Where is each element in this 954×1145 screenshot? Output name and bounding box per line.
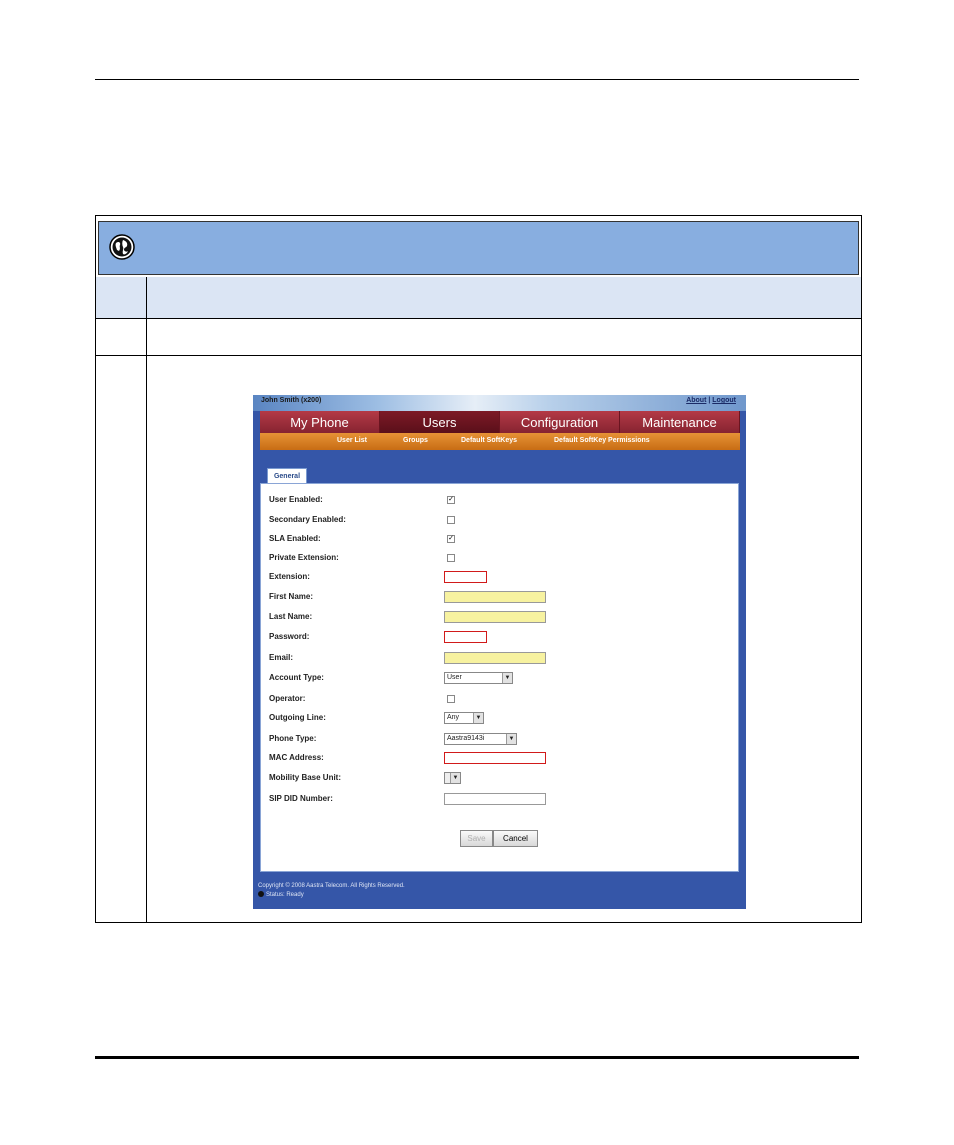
tab-my-phone[interactable]: My Phone (260, 411, 380, 433)
private-extension-checkbox[interactable] (447, 554, 455, 562)
sip-did-number-input[interactable] (444, 793, 546, 805)
chevron-down-icon: ▼ (450, 773, 460, 783)
sla-enabled-label: SLA Enabled: (269, 534, 321, 543)
outgoing-line-label: Outgoing Line: (269, 713, 326, 722)
main-tabs: My Phone Users Configuration Maintenance (260, 411, 740, 433)
private-extension-label: Private Extension: (269, 553, 339, 562)
extension-label: Extension: (269, 572, 310, 581)
outgoing-line-select[interactable]: Any ▼ (444, 712, 484, 724)
outgoing-line-value: Any (447, 714, 460, 721)
logged-in-user: John Smith (x200) (261, 397, 322, 404)
phone-type-select[interactable]: Aastra9143i ▼ (444, 733, 517, 745)
banner-bar: John Smith (x200) About | Logout (253, 395, 746, 411)
user-enabled-label: User Enabled: (269, 495, 323, 504)
chevron-down-icon: ▼ (473, 713, 483, 723)
chevron-down-icon: ▼ (506, 734, 516, 744)
table-header-band (98, 221, 859, 275)
first-name-input[interactable] (444, 591, 546, 603)
globe-icon (109, 234, 135, 260)
status-line: Status: Ready (258, 891, 405, 900)
operator-checkbox[interactable] (447, 695, 455, 703)
user-form: User Enabled: ✓ Secondary Enabled: SLA E… (260, 483, 739, 872)
app-footer: Copyright © 2008 Aastra Telecom. All Rig… (258, 882, 405, 900)
email-label: Email: (269, 653, 294, 662)
tab-general[interactable]: General (267, 468, 307, 484)
password-label: Password: (269, 632, 310, 641)
account-type-value: User (447, 674, 462, 681)
secondary-enabled-checkbox[interactable] (447, 516, 455, 524)
column-header-row (96, 277, 861, 319)
tab-maintenance[interactable]: Maintenance (620, 411, 740, 433)
subnav-user-list[interactable]: User List (337, 437, 367, 444)
subnav-default-softkey-permissions[interactable]: Default SoftKey Permissions (554, 437, 650, 444)
step-row (96, 319, 861, 356)
subnav-default-softkeys[interactable]: Default SoftKeys (461, 437, 517, 444)
mobility-base-unit-label: Mobility Base Unit: (269, 773, 342, 782)
chevron-down-icon: ▼ (502, 673, 512, 683)
email-input[interactable] (444, 652, 546, 664)
password-input[interactable] (444, 631, 487, 643)
extension-input[interactable] (444, 571, 487, 583)
tab-users[interactable]: Users (380, 411, 500, 433)
subnav-groups[interactable]: Groups (403, 437, 428, 444)
link-separator: | (708, 397, 711, 404)
phone-type-label: Phone Type: (269, 734, 317, 743)
save-button[interactable]: Save (460, 830, 493, 847)
top-rule (95, 79, 859, 80)
phone-type-value: Aastra9143i (447, 735, 485, 742)
about-link[interactable]: About (686, 397, 706, 404)
mobility-base-unit-select[interactable]: ▼ (444, 772, 461, 784)
mac-address-input[interactable] (444, 752, 546, 764)
logout-link[interactable]: Logout (712, 397, 736, 404)
first-name-label: First Name: (269, 592, 314, 601)
mac-address-label: MAC Address: (269, 753, 324, 762)
screenshot-user-settings: John Smith (x200) About | Logout My Phon… (253, 395, 746, 909)
cancel-button[interactable]: Cancel (493, 830, 538, 847)
account-type-label: Account Type: (269, 673, 324, 682)
top-links: About | Logout (686, 397, 736, 404)
sub-navigation: User List Groups Default SoftKeys Defaul… (260, 433, 740, 450)
status-icon (258, 891, 264, 897)
account-type-select[interactable]: User ▼ (444, 672, 513, 684)
sip-did-number-label: SIP DID Number: (269, 794, 333, 803)
step-column-divider (146, 277, 147, 923)
last-name-input[interactable] (444, 611, 546, 623)
status-text: Status: Ready (266, 892, 304, 898)
operator-label: Operator: (269, 694, 306, 703)
copyright-text: Copyright © 2008 Aastra Telecom. All Rig… (258, 883, 405, 889)
tab-configuration[interactable]: Configuration (500, 411, 620, 433)
last-name-label: Last Name: (269, 612, 313, 621)
bottom-rule (95, 1056, 859, 1059)
sla-enabled-checkbox[interactable]: ✓ (447, 535, 455, 543)
user-enabled-checkbox[interactable]: ✓ (447, 496, 455, 504)
secondary-enabled-label: Secondary Enabled: (269, 515, 346, 524)
